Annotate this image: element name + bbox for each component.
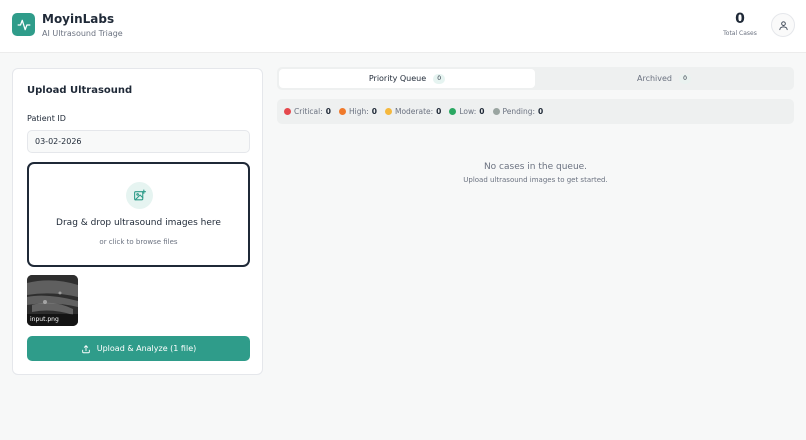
stat-low-value: 0 (479, 107, 485, 116)
brand-subtitle: AI Ultrasound Triage (42, 29, 123, 38)
image-dropzone[interactable]: Drag & drop ultrasound images here or cl… (27, 162, 250, 267)
stat-high-label: High: (348, 107, 369, 116)
dropzone-subtitle: or click to browse files (99, 238, 178, 246)
stat-critical-label: Critical: (294, 107, 323, 116)
logo (12, 13, 35, 36)
dropzone-title: Drag & drop ultrasound images here (56, 218, 221, 228)
upload-analyze-button[interactable]: Upload & Analyze (1 file) (27, 336, 250, 361)
stat-pending-label: Pending: (502, 107, 536, 116)
patient-id-input[interactable] (27, 130, 250, 153)
stat-moderate-value: 0 (436, 107, 442, 116)
brand-name: MoyinLabs (42, 12, 115, 26)
stat-pending: Pending: 0 (492, 107, 544, 116)
upload-card: Upload Ultrasound Patient ID Drag & drop… (12, 68, 263, 375)
tab-archived-count: 0 (679, 73, 691, 84)
tab-priority-queue-label: Priority Queue (368, 74, 427, 83)
empty-state-subtitle: Upload ultrasound images to get started. (463, 176, 608, 184)
stat-critical-value: 0 (325, 107, 331, 116)
stat-critical: Critical: 0 (284, 107, 331, 116)
upload-icon (81, 344, 90, 353)
low-dot-icon (449, 108, 457, 115)
upload-analyze-label: Upload & Analyze (1 file) (96, 344, 197, 353)
total-cases-label: Total Cases (723, 30, 757, 37)
stat-pending-value: 0 (538, 107, 544, 116)
tab-archived[interactable]: Archived 0 (536, 69, 792, 88)
high-dot-icon (338, 108, 346, 115)
image-plus-icon (134, 189, 146, 201)
stat-low: Low: 0 (449, 107, 485, 116)
app-header: MoyinLabs AI Ultrasound Triage 0 Total C… (0, 0, 806, 53)
stat-high: High: 0 (338, 107, 377, 116)
moderate-dot-icon (384, 108, 392, 115)
activity-icon (17, 19, 30, 30)
stat-high-value: 0 (371, 107, 377, 116)
stat-moderate-label: Moderate: (394, 107, 434, 116)
severity-stats-bar: Critical: 0 High: 0 Moderate: 0 Low: 0 P… (277, 99, 794, 124)
tab-priority-queue-count: 0 (433, 73, 446, 84)
user-icon (778, 20, 788, 30)
critical-dot-icon (284, 108, 291, 115)
total-cases-count: 0 (735, 11, 745, 27)
patient-id-label: Patient ID (27, 114, 66, 123)
file-thumbnail[interactable]: input.png (27, 275, 78, 326)
pending-dot-icon (492, 108, 500, 115)
empty-state-title: No cases in the queue. (483, 162, 588, 172)
upload-card-title: Upload Ultrasound (27, 85, 133, 96)
stat-moderate: Moderate: 0 (384, 107, 442, 116)
stat-low-label: Low: (459, 107, 477, 116)
user-avatar-button[interactable] (771, 13, 795, 37)
dropzone-icon-badge (126, 182, 153, 209)
file-thumbnail-name: input.png (27, 314, 78, 326)
queue-tabs: Priority Queue 0 Archived 0 (277, 67, 794, 90)
tab-priority-queue[interactable]: Priority Queue 0 (279, 69, 535, 88)
tab-archived-label: Archived (636, 74, 672, 83)
